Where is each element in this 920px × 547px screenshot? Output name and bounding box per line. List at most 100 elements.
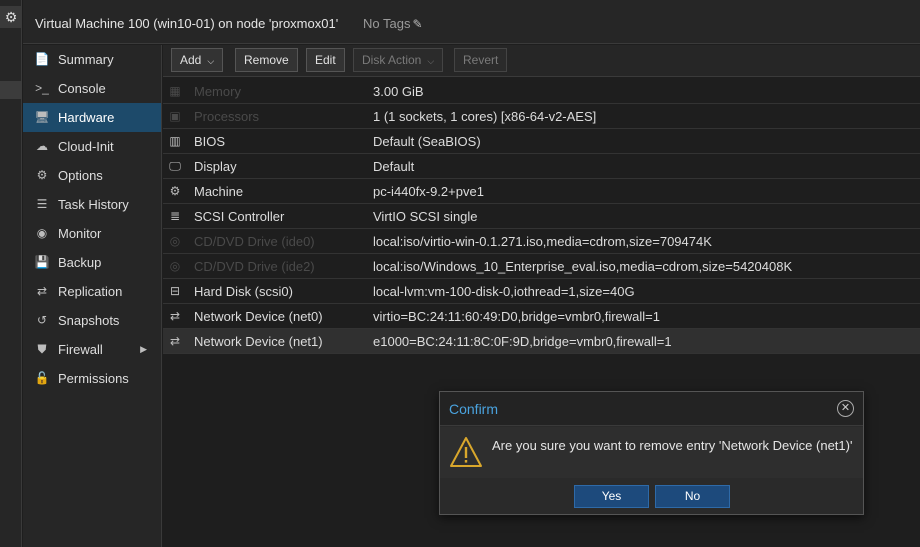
row-key: BIOS	[194, 134, 226, 149]
row-value: Default	[373, 159, 415, 174]
nav-item-label: Cloud-Init	[58, 139, 114, 154]
history-icon: ↺	[36, 313, 48, 327]
table-row[interactable]: 🖵 Display Default	[163, 154, 920, 179]
tags-label: No Tags	[363, 16, 411, 31]
yes-button[interactable]: Yes	[574, 485, 649, 508]
chevron-down-icon: ⌵	[207, 56, 215, 66]
add-button[interactable]: Add ⌵	[171, 48, 224, 72]
database-icon: ≣	[169, 209, 181, 223]
list-icon: ☰	[36, 197, 48, 211]
nav-item-task-history[interactable]: ☰ Task History	[23, 190, 161, 219]
table-row[interactable]: ▥ BIOS Default (SeaBIOS)	[163, 129, 920, 154]
memory-icon: ▦	[169, 84, 181, 98]
revert-button-label: Revert	[463, 53, 499, 67]
cdrom-icon: ◎	[169, 234, 181, 248]
nav-item-label: Permissions	[58, 371, 129, 386]
confirm-dialog: Confirm ✕ Are you sure you want to remov…	[439, 391, 864, 515]
nav-item-label: Console	[58, 81, 106, 96]
row-value: e1000=BC:24:11:8C:0F:9D,bridge=vmbr0,fir…	[373, 334, 672, 349]
hardware-toolbar: Add ⌵ Remove Edit Disk Action ⌵ Revert	[163, 45, 920, 77]
table-row[interactable]: ▣ Processors 1 (1 sockets, 1 cores) [x86-6…	[163, 104, 920, 129]
eye-icon: ◉	[36, 226, 48, 240]
remove-button-label: Remove	[244, 53, 289, 67]
nav-item-firewall[interactable]: ⛊ Firewall ▶	[23, 335, 161, 364]
dialog-message: Are you sure you want to remove entry 'N…	[492, 438, 853, 453]
nav-item-label: Replication	[58, 284, 123, 299]
hdd-icon: ⊟	[169, 284, 181, 298]
cogs-icon: ⚙	[169, 184, 181, 198]
row-key: Machine	[194, 184, 244, 199]
table-row[interactable]: ◎ CD/DVD Drive (ide2) local:iso/Windows_10…	[163, 254, 920, 279]
page-title: Virtual Machine 100 (win10-01) on node '…	[35, 16, 339, 31]
add-button-label: Add	[180, 53, 202, 67]
floppy-icon: 💾	[34, 255, 50, 269]
row-key: Network Device (net1)	[194, 334, 323, 349]
row-value: VirtIO SCSI single	[373, 209, 478, 224]
nav-item-cloud-init[interactable]: ☁ Cloud-Init	[23, 132, 161, 161]
nav-item-console[interactable]: >_ Console	[23, 74, 161, 103]
row-value: pc-i440fx-9.2+pve1	[373, 184, 484, 199]
resource-tree-selected-item[interactable]	[0, 81, 22, 99]
table-row[interactable]: ⊟ Hard Disk (scsi0) local-lvm:vm-100-disk-…	[163, 279, 920, 304]
no-button-label: No	[684, 489, 701, 503]
nav-item-label: Options	[58, 168, 103, 183]
pencil-icon[interactable]: ✎	[412, 17, 422, 31]
vm-nav-menu: 📄 Summary >_ Console 🖥 Hardware ☁ Cloud-Init ⚙ Op…	[23, 45, 162, 547]
row-key: CD/DVD Drive (ide2)	[194, 259, 315, 274]
nav-item-label: Monitor	[58, 226, 102, 241]
disk-action-button[interactable]: Disk Action ⌵	[353, 48, 444, 72]
yes-button-label: Yes	[601, 489, 622, 503]
table-row[interactable]: ▦ Memory 3.00 GiB	[163, 79, 920, 104]
nav-item-backup[interactable]: 💾 Backup	[23, 248, 161, 277]
shield-icon: ⛊	[37, 342, 47, 356]
table-row[interactable]: ◎ CD/DVD Drive (ide0) local:iso/virtio-win…	[163, 229, 920, 254]
cpu-icon: ▣	[169, 109, 181, 123]
desktop-icon: 🖵	[169, 159, 181, 173]
no-button[interactable]: No	[655, 485, 730, 508]
dialog-header: Confirm ✕	[440, 392, 863, 426]
row-key: CD/DVD Drive (ide0)	[194, 234, 315, 249]
remove-button[interactable]: Remove	[235, 48, 298, 72]
chip-icon: ▥	[169, 134, 181, 148]
dialog-title: Confirm	[449, 401, 499, 417]
expand-arrow-icon[interactable]: ▶	[140, 335, 147, 364]
row-key: SCSI Controller	[194, 209, 285, 224]
row-value: local:iso/virtio-win-0.1.271.iso,media=c…	[373, 234, 712, 249]
row-key: Memory	[194, 84, 241, 99]
nav-item-label: Task History	[58, 197, 129, 212]
table-row[interactable]: ⇄ Network Device (net0) virtio=BC:24:11:60…	[163, 304, 920, 329]
row-value: 3.00 GiB	[373, 84, 424, 99]
row-value: Default (SeaBIOS)	[373, 134, 481, 149]
dialog-body: Are you sure you want to remove entry 'N…	[440, 427, 863, 478]
nav-item-replication[interactable]: ⇄ Replication	[23, 277, 161, 306]
nav-item-monitor[interactable]: ◉ Monitor	[23, 219, 161, 248]
nav-item-snapshots[interactable]: ↺ Snapshots	[23, 306, 161, 335]
retweet-icon: ⇄	[36, 284, 48, 298]
nav-item-summary[interactable]: 📄 Summary	[23, 45, 161, 74]
monitor-icon: 🖥	[34, 110, 50, 124]
exchange-icon: ⇄	[169, 334, 181, 348]
warning-icon	[450, 437, 482, 467]
nav-item-permissions[interactable]: 🔓 Permissions	[23, 364, 161, 393]
disk-action-label: Disk Action	[362, 53, 422, 67]
close-icon[interactable]: ✕	[837, 400, 854, 417]
content-header: Virtual Machine 100 (win10-01) on node '…	[23, 0, 920, 44]
table-row[interactable]: ⚙ Machine pc-i440fx-9.2+pve1	[163, 179, 920, 204]
edit-button[interactable]: Edit	[306, 48, 345, 72]
revert-button[interactable]: Revert	[454, 48, 508, 72]
nav-item-options[interactable]: ⚙ Options	[23, 161, 161, 190]
row-value: local:iso/Windows_10_Enterprise_eval.iso…	[373, 259, 793, 274]
summary-icon: 📄	[34, 52, 50, 66]
edit-button-label: Edit	[315, 53, 336, 67]
chevron-down-icon: ⌵	[427, 56, 435, 66]
table-row[interactable]: ≣ SCSI Controller VirtIO SCSI single	[163, 204, 920, 229]
row-value: virtio=BC:24:11:60:49:D0,bridge=vmbr0,fi…	[373, 309, 660, 324]
tags-editor[interactable]: No Tags ✎	[363, 16, 423, 31]
nav-item-label: Backup	[58, 255, 102, 270]
row-key: Display	[194, 159, 237, 174]
table-row[interactable]: ⇄ Network Device (net1) e1000=BC:24:11:8C:…	[163, 329, 920, 354]
resource-tree-strip: ⚙	[0, 0, 22, 547]
nav-item-hardware[interactable]: 🖥 Hardware	[23, 103, 161, 132]
gear-icon[interactable]: ⚙	[0, 6, 22, 28]
row-key: Hard Disk (scsi0)	[194, 284, 293, 299]
